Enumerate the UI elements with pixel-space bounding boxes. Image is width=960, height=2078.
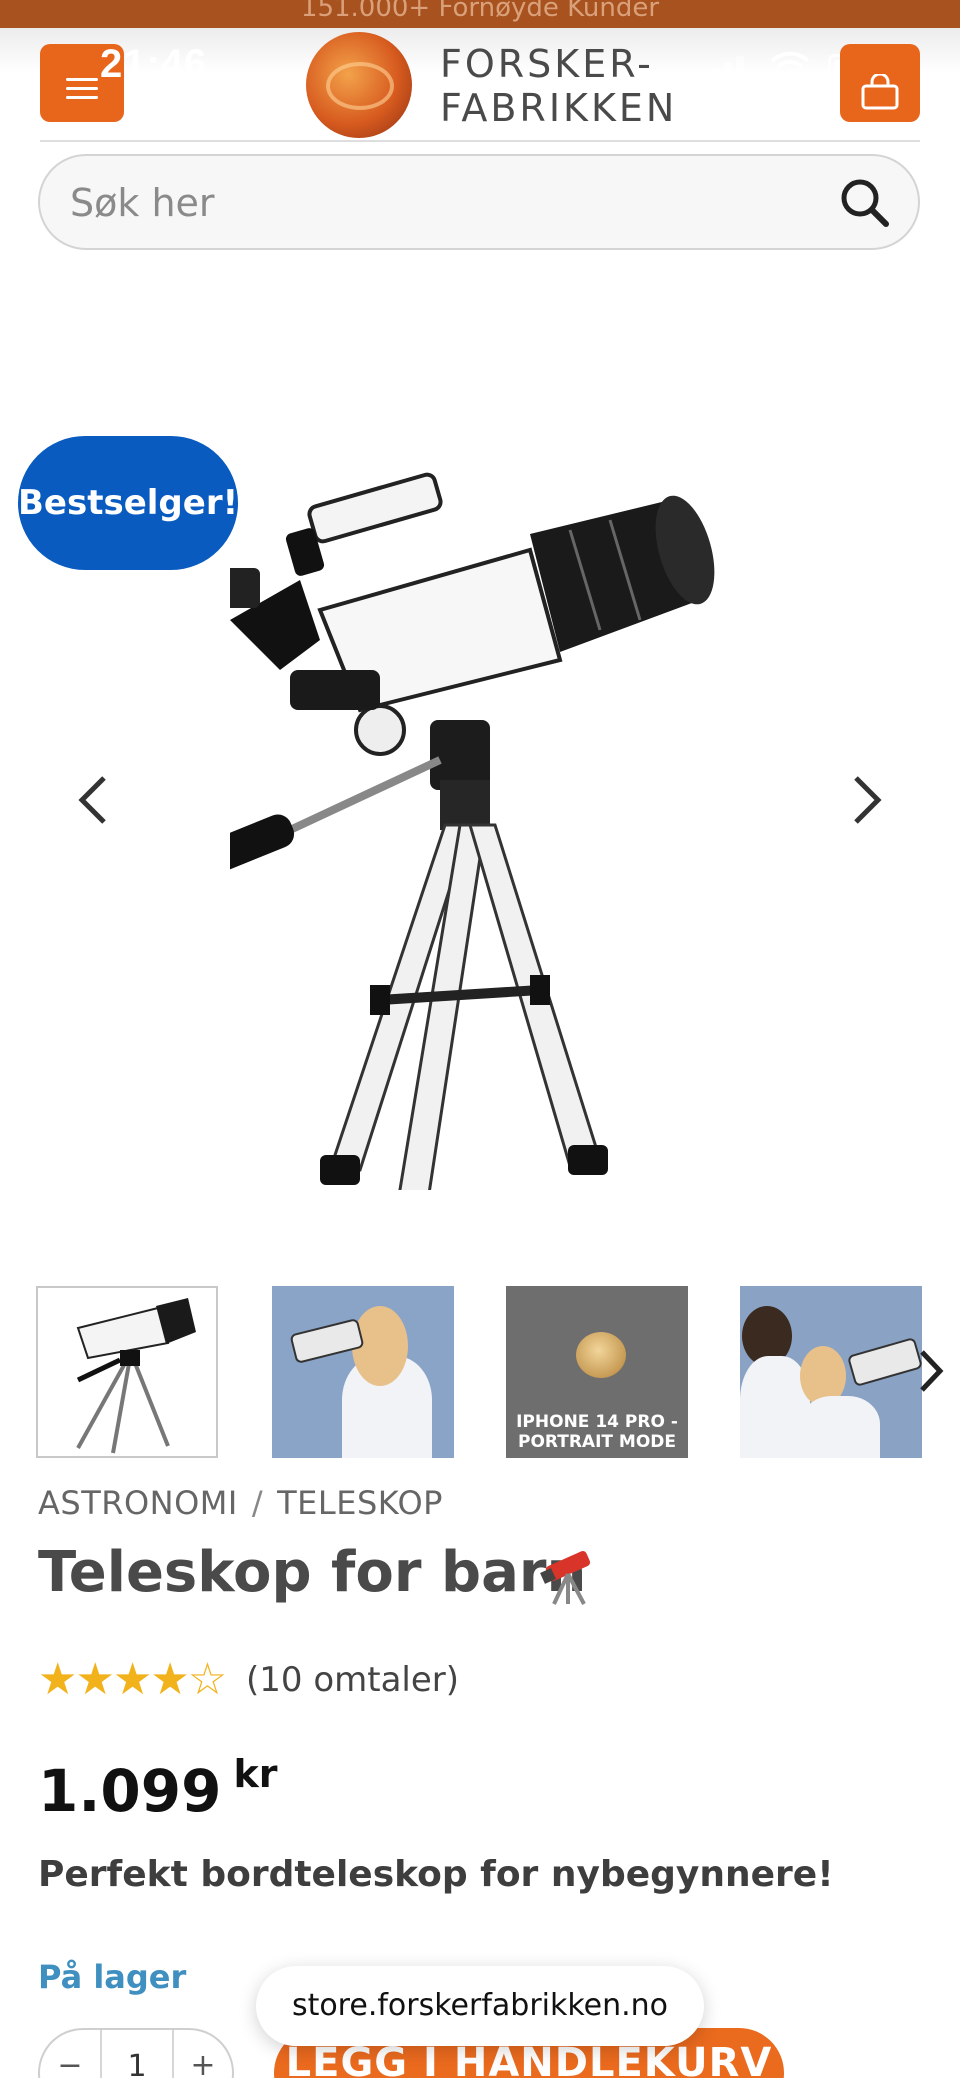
quantity-value[interactable]: 1	[102, 2030, 172, 2078]
promo-text: 151.000+ Fornøyde Kunder	[300, 0, 660, 23]
thumbnail-1[interactable]	[36, 1286, 218, 1458]
browser-url-bar[interactable]: store.forskerfabrikken.no	[256, 1966, 704, 2046]
moon-image	[576, 1332, 626, 1378]
bestseller-badge: Bestselger!	[18, 436, 238, 570]
quantity-increase-button[interactable]: +	[172, 2030, 232, 2078]
thumbnail-next-icon[interactable]	[916, 1346, 946, 1396]
rating-stars-icon: ★★★★☆	[38, 1654, 227, 1705]
thumbnail-2[interactable]	[272, 1286, 454, 1458]
promo-banner: 151.000+ Fornøyde Kunder	[0, 0, 960, 28]
price-currency: kr	[233, 1752, 278, 1796]
product-image-telescope[interactable]	[230, 430, 730, 1190]
chevron-left-icon[interactable]	[70, 770, 120, 830]
status-time: 21:46	[100, 42, 208, 86]
logo-line-1: FORSKER-	[440, 42, 654, 86]
product-tagline: Perfekt bordteleskop for nybegynnere!	[38, 1854, 834, 1895]
shopping-bag-icon	[861, 74, 899, 110]
telescope-emoji-icon	[540, 1551, 591, 1605]
thumbnail-telescope-image	[76, 1298, 196, 1454]
breadcrumb-separator: /	[251, 1484, 264, 1522]
price-amount: 1.099	[38, 1757, 222, 1825]
product-gallery: Bestselger!	[0, 260, 960, 1260]
chevron-right-icon[interactable]	[840, 770, 890, 830]
search-input[interactable]	[70, 176, 830, 230]
cart-button[interactable]	[840, 44, 920, 122]
thumbnail-4[interactable]	[740, 1286, 922, 1458]
stock-status: På lager	[38, 1958, 187, 1996]
search-icon[interactable]	[838, 176, 892, 230]
signal-icon	[700, 56, 748, 84]
product-page: 151.000+ Fornøyde Kunder 21:46 FORSKER- …	[0, 0, 960, 2078]
review-count[interactable]: (10 omtaler)	[246, 1660, 459, 1700]
breadcrumb-astronomi[interactable]: ASTRONOMI	[38, 1484, 238, 1522]
site-header: 21:46 FORSKER- FABRIKKEN	[0, 28, 960, 140]
quantity-decrease-button[interactable]: −	[40, 2030, 100, 2078]
product-price: 1.099 kr	[38, 1752, 277, 1825]
breadcrumb-teleskop[interactable]: TELESKOP	[277, 1484, 443, 1522]
breadcrumb: ASTRONOMI / TELESKOP	[38, 1484, 443, 1522]
logo-mark[interactable]	[306, 32, 412, 138]
hamburger-menu-icon	[66, 78, 98, 105]
search-bar	[38, 154, 920, 250]
thumbnail-3[interactable]: IPHONE 14 PRO - PORTRAIT MODE	[506, 1286, 688, 1458]
quantity-stepper: − 1 +	[38, 2028, 234, 2078]
thumbnail-caption: IPHONE 14 PRO - PORTRAIT MODE	[516, 1412, 678, 1452]
header-divider	[40, 140, 920, 142]
wifi-icon	[770, 50, 810, 91]
logo-line-2: FABRIKKEN	[440, 86, 678, 130]
thumbnail-strip: IPHONE 14 PRO - PORTRAIT MODE	[36, 1286, 944, 1460]
product-title: Teleskop for barn	[38, 1540, 587, 1605]
logo-text[interactable]: FORSKER- FABRIKKEN	[440, 42, 677, 130]
